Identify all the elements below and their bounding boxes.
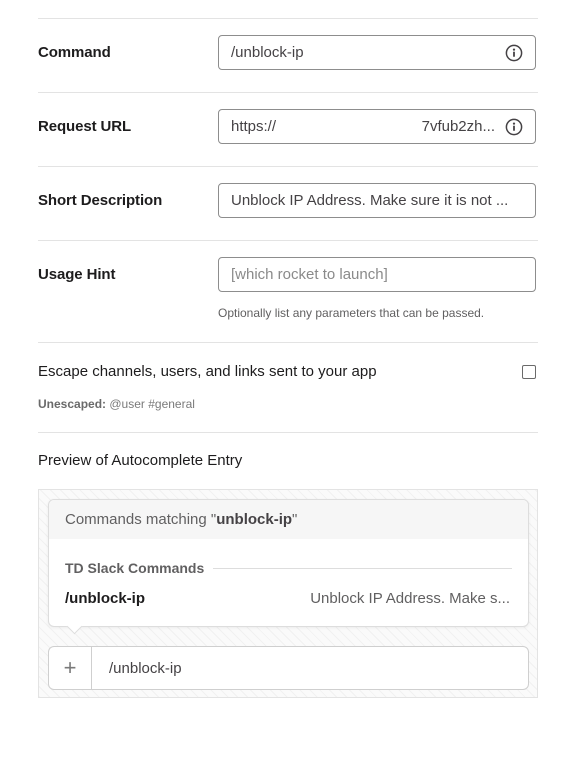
short-description-input[interactable]: Unblock IP Address. Make sure it is not …	[218, 183, 536, 218]
group-divider	[213, 567, 512, 569]
unescaped-value: @user #general	[109, 397, 195, 411]
escape-label: Escape channels, users, and links sent t…	[38, 363, 377, 380]
unescaped-example: Unescaped: @user #general	[38, 397, 195, 411]
request-url-input[interactable]: https:// 7vfub2zh...	[218, 109, 536, 144]
header-suffix: "	[292, 511, 298, 528]
autocomplete-header: Commands matching " unblock-ip "	[49, 500, 528, 539]
request-url-label: Request URL	[38, 118, 132, 135]
divider	[38, 92, 538, 93]
plus-button[interactable]: +	[49, 647, 92, 689]
unescaped-label: Unescaped:	[38, 397, 107, 411]
escape-checkbox[interactable]	[522, 365, 536, 379]
command-value: /unblock-ip	[231, 44, 304, 61]
plus-icon: +	[63, 655, 77, 680]
autocomplete-preview: Commands matching " unblock-ip " TD Slack …	[38, 489, 538, 698]
info-icon[interactable]	[505, 44, 523, 62]
message-text: /unblock-ip	[109, 659, 182, 677]
short-description-label: Short Description	[38, 192, 163, 209]
autocomplete-popup: Commands matching " unblock-ip " TD Slack …	[48, 499, 529, 627]
info-icon[interactable]	[505, 118, 523, 136]
usage-hint-label: Usage Hint	[38, 266, 116, 283]
usage-hint-input[interactable]: [which rocket to launch]	[218, 257, 536, 292]
item-command: /unblock-ip	[65, 590, 145, 607]
command-label: Command	[38, 44, 111, 61]
divider	[38, 166, 538, 167]
short-description-value: Unblock IP Address. Make sure it is not …	[231, 192, 509, 209]
message-input[interactable]: + /unblock-ip	[48, 646, 529, 690]
preview-title: Preview of Autocomplete Entry	[38, 452, 243, 469]
request-url-value-end: 7vfub2zh...	[421, 118, 495, 135]
divider	[38, 432, 538, 433]
group-name: TD Slack Commands	[65, 560, 205, 576]
item-description: Unblock IP Address. Make s...	[310, 590, 510, 607]
usage-hint-placeholder: [which rocket to launch]	[231, 266, 388, 283]
request-url-value-start: https://	[231, 118, 277, 135]
divider	[38, 18, 538, 19]
autocomplete-group: TD Slack Commands	[65, 560, 512, 576]
divider	[38, 240, 538, 241]
header-prefix: Commands matching "	[65, 511, 217, 528]
command-input[interactable]: /unblock-ip	[218, 35, 536, 70]
slash-command-form: Command /unblock-ip Request URL https://…	[0, 0, 582, 766]
usage-hint-help: Optionally list any parameters that can …	[218, 306, 485, 320]
divider	[38, 342, 538, 343]
header-query: unblock-ip	[216, 511, 293, 528]
autocomplete-item[interactable]: /unblock-ip Unblock IP Address. Make s..…	[65, 590, 510, 607]
